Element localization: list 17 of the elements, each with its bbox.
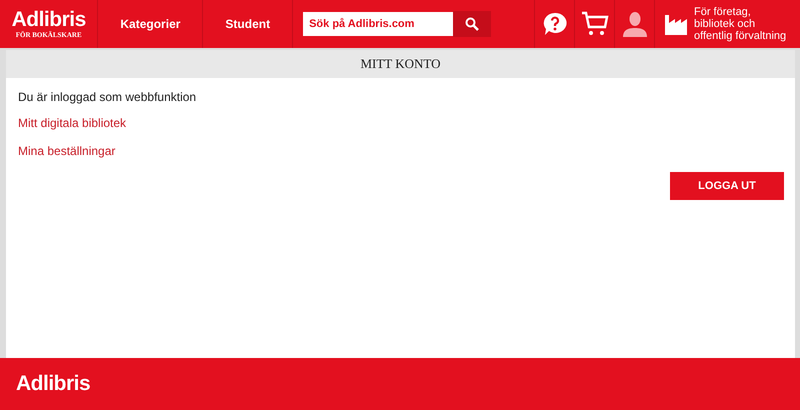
logout-button[interactable]: LOGGA UT: [670, 172, 784, 200]
factory-icon: [665, 13, 687, 35]
search-button[interactable]: [453, 11, 492, 37]
logo-text: Adlibris: [12, 9, 86, 31]
user-icon: [622, 11, 646, 37]
search-icon: [465, 17, 480, 31]
business-link[interactable]: För företag, bibliotek och offentlig förvaltning: [655, 0, 800, 48]
search-field[interactable]: Sök på Adlibris.com: [303, 12, 454, 36]
account-link[interactable]: Mitt digitala bibliotek: [18, 116, 126, 130]
nav-link[interactable]: Kategorier: [98, 0, 204, 48]
footer-logo[interactable]: Adlibris: [16, 372, 90, 396]
cart-icon: [580, 11, 608, 37]
login-status: Du är inloggad som webbfunktion: [18, 90, 196, 104]
help-icon: [542, 11, 568, 37]
nav-link[interactable]: Student: [203, 0, 294, 48]
page-title: MITT KONTO: [360, 56, 441, 72]
account-link[interactable]: Mina beställningar: [18, 144, 116, 158]
